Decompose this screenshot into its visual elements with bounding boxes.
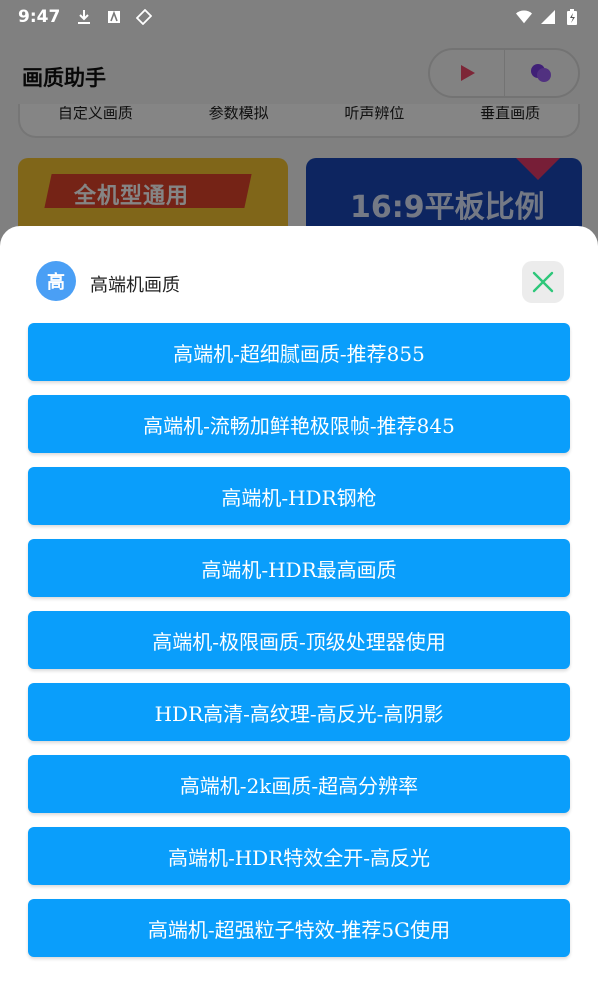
download-icon [76,9,92,25]
option-list: 高端机-超细腻画质-推荐855 高端机-流畅加鲜艳极限帧-推荐845 高端机-H… [28,323,570,971]
option-button[interactable]: HDR高清-高纹理-高反光-高阴影 [28,683,570,741]
option-button[interactable]: 高端机-HDR最高画质 [28,539,570,597]
sheet-title: 高端机画质 [90,275,180,296]
signal-icon [540,9,556,25]
close-button[interactable] [522,261,564,303]
option-button[interactable]: 高端机-HDR特效全开-高反光 [28,827,570,885]
close-icon [532,271,554,293]
tag-icon [136,9,153,25]
bottom-sheet: 高 高端机画质 高端机-超细腻画质-推荐855 高端机-流畅加鲜艳极限帧-推荐8… [0,226,598,998]
option-button[interactable]: 高端机-超强粒子特效-推荐5G使用 [28,899,570,957]
option-button[interactable]: 高端机-流畅加鲜艳极限帧-推荐845 [28,395,570,453]
sheet-avatar: 高 [36,261,76,301]
battery-icon [564,9,580,25]
option-button[interactable]: 高端机-2k画质-超高分辨率 [28,755,570,813]
status-bar: 9:47 [0,0,598,34]
option-button[interactable]: 高端机-超细腻画质-推荐855 [28,323,570,381]
option-button[interactable]: 高端机-极限画质-顶级处理器使用 [28,611,570,669]
status-time: 9:47 [18,7,61,27]
option-button[interactable]: 高端机-HDR钢枪 [28,467,570,525]
app-notification-icon [106,9,122,25]
wifi-icon [516,9,532,25]
